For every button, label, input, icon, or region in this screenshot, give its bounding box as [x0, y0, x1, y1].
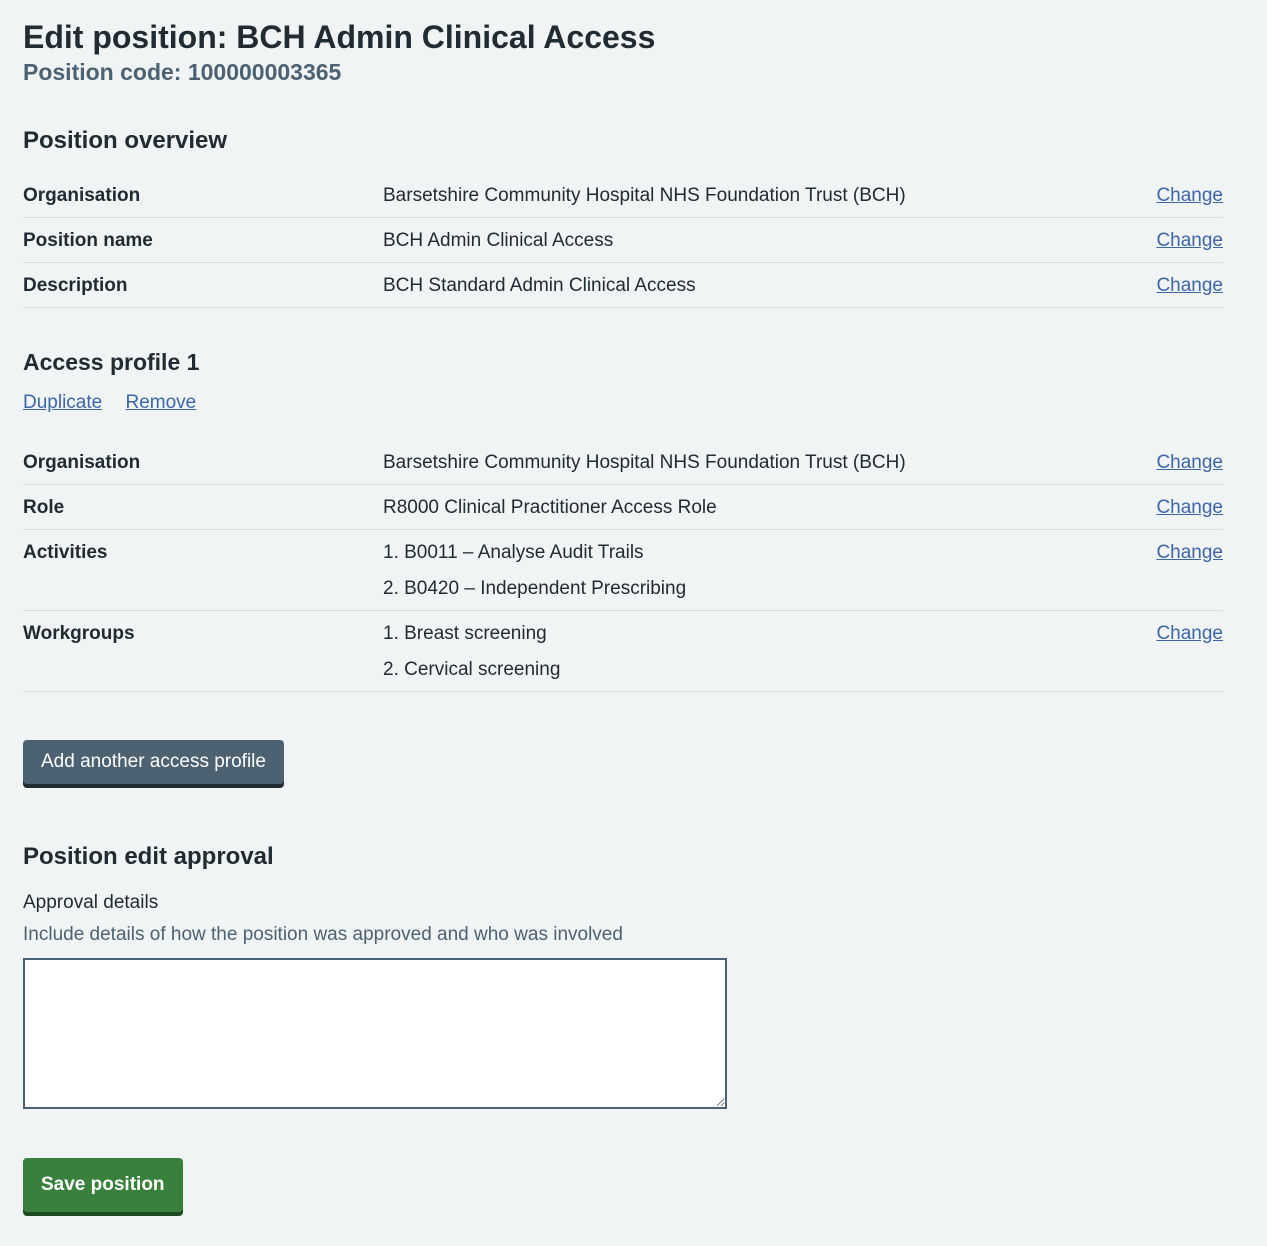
approval-details-textarea[interactable] [23, 958, 727, 1109]
change-description-link[interactable]: Change [1156, 275, 1223, 296]
row-value: Barsetshire Community Hospital NHS Found… [383, 451, 1103, 474]
overview-row-organisation: Organisation Barsetshire Community Hospi… [23, 173, 1223, 218]
remove-profile-link[interactable]: Remove [126, 392, 197, 413]
row-key: Activities [23, 542, 108, 563]
list-item: 1. Breast screening [383, 623, 547, 644]
row-key: Description [23, 275, 128, 296]
list-item: Barsetshire Community Hospital NHS Found… [383, 452, 906, 473]
list-item: 2. B0420 – Independent Prescribing [383, 578, 687, 599]
save-position-button[interactable]: Save position [23, 1158, 183, 1212]
change-profile-organisation-link[interactable]: Change [1156, 452, 1223, 473]
overview-row-description: Description BCH Standard Admin Clinical … [23, 263, 1223, 308]
profile-row-organisation: Organisation Barsetshire Community Hospi… [23, 440, 1223, 485]
row-value: Barsetshire Community Hospital NHS Found… [383, 185, 906, 206]
list-item: 1. B0011 – Analyse Audit Trails [383, 542, 644, 563]
approval-details-label: Approval details [23, 892, 159, 913]
profile-row-workgroups: Workgroups 1. Breast screening 2. Cervic… [23, 611, 1223, 692]
list-item: R8000 Clinical Practitioner Access Role [383, 497, 717, 518]
change-position-name-link[interactable]: Change [1156, 230, 1223, 251]
position-edit-approval-heading: Position edit approval [23, 843, 274, 870]
duplicate-profile-link[interactable]: Duplicate [23, 392, 102, 413]
change-role-link[interactable]: Change [1156, 497, 1223, 518]
page-title: Edit position: BCH Admin Clinical Access [23, 19, 656, 55]
profile-row-role: Role R8000 Clinical Practitioner Access … [23, 485, 1223, 530]
overview-row-position-name: Position name BCH Admin Clinical Access … [23, 218, 1223, 263]
row-value: 1. Breast screening 2. Cervical screenin… [383, 622, 1103, 681]
approval-details-hint: Include details of how the position was … [23, 924, 623, 945]
position-overview-heading: Position overview [23, 127, 228, 154]
row-value: R8000 Clinical Practitioner Access Role [383, 496, 1103, 519]
access-profile-heading: Access profile 1 [23, 349, 200, 375]
row-value: 1. B0011 – Analyse Audit Trails 2. B0420… [383, 541, 1103, 600]
access-profile-list: Organisation Barsetshire Community Hospi… [23, 440, 1223, 692]
change-organisation-link[interactable]: Change [1156, 185, 1223, 206]
row-key: Role [23, 497, 65, 518]
add-access-profile-button[interactable]: Add another access profile [23, 740, 284, 784]
position-overview-list: Organisation Barsetshire Community Hospi… [23, 173, 1223, 308]
row-value: BCH Admin Clinical Access [383, 230, 614, 251]
row-key: Organisation [23, 452, 141, 473]
change-workgroups-link[interactable]: Change [1156, 623, 1223, 644]
position-code: Position code: 100000003365 [23, 59, 342, 85]
list-item: 2. Cervical screening [383, 659, 561, 680]
change-activities-link[interactable]: Change [1156, 542, 1223, 563]
row-value: BCH Standard Admin Clinical Access [383, 275, 696, 296]
profile-row-activities: Activities 1. B0011 – Analyse Audit Trai… [23, 530, 1223, 611]
page: Edit position: BCH Admin Clinical Access… [23, 14, 1223, 1212]
row-key: Position name [23, 230, 153, 251]
access-profile-actions: Duplicate Remove [23, 391, 1223, 415]
row-key: Organisation [23, 185, 141, 206]
row-key: Workgroups [23, 623, 135, 644]
